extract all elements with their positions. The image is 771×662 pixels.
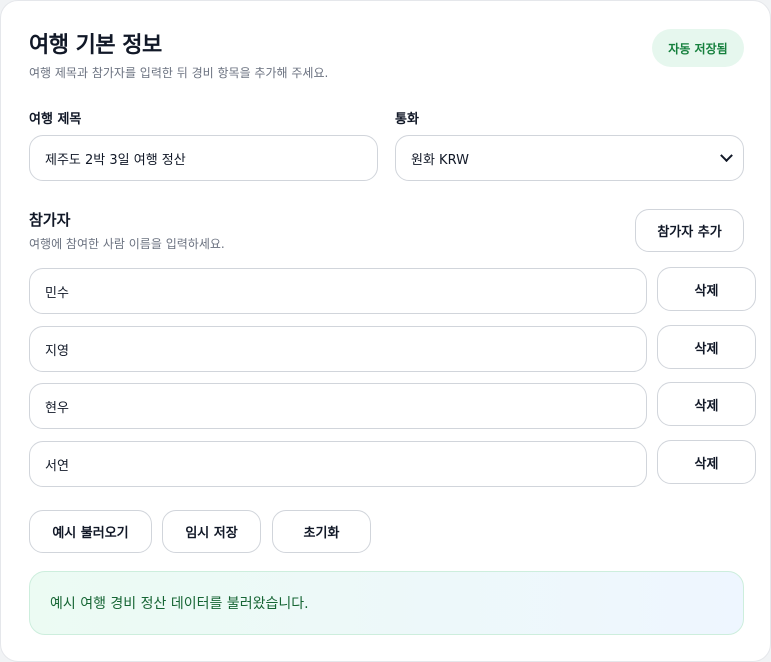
delete-participant-button[interactable]: 삭제 [657, 440, 756, 484]
participant-input[interactable] [29, 326, 647, 372]
add-participant-button[interactable]: 참가자 추가 [635, 209, 744, 252]
currency-select[interactable]: 원화 KRW [395, 135, 744, 181]
page-subtitle: 여행 제목과 참가자를 입력한 뒤 경비 항목을 추가해 주세요. [29, 66, 329, 80]
delete-participant-button[interactable]: 삭제 [657, 325, 756, 369]
reset-button[interactable]: 초기화 [272, 510, 371, 553]
currency-selected-value: 원화 KRW [411, 152, 469, 168]
delete-participant-button[interactable]: 삭제 [657, 267, 756, 311]
trip-title-label: 여행 제목 [29, 112, 82, 127]
participant-input[interactable] [29, 268, 647, 314]
participants-description: 여행에 참여한 사람 이름을 입력하세요. [29, 237, 225, 251]
page-title: 여행 기본 정보 [29, 33, 162, 58]
status-notice: 예시 여행 경비 정산 데이터를 불러왔습니다. [29, 571, 744, 635]
autosave-badge: 자동 저장됨 [652, 29, 744, 67]
delete-participant-button[interactable]: 삭제 [657, 382, 756, 426]
status-notice-text: 예시 여행 경비 정산 데이터를 불러왔습니다. [50, 596, 309, 612]
participant-input[interactable] [29, 441, 647, 487]
participant-input[interactable] [29, 383, 647, 429]
trip-title-input[interactable] [29, 135, 378, 181]
temp-save-button[interactable]: 임시 저장 [162, 510, 261, 553]
trip-info-card: 여행 기본 정보 여행 제목과 참가자를 입력한 뒤 경비 항목을 추가해 주세… [0, 0, 771, 662]
participants-title: 참가자 [29, 211, 71, 229]
currency-label: 통화 [395, 112, 419, 127]
chevron-down-icon [720, 148, 733, 162]
load-example-button[interactable]: 예시 불러오기 [29, 510, 152, 553]
